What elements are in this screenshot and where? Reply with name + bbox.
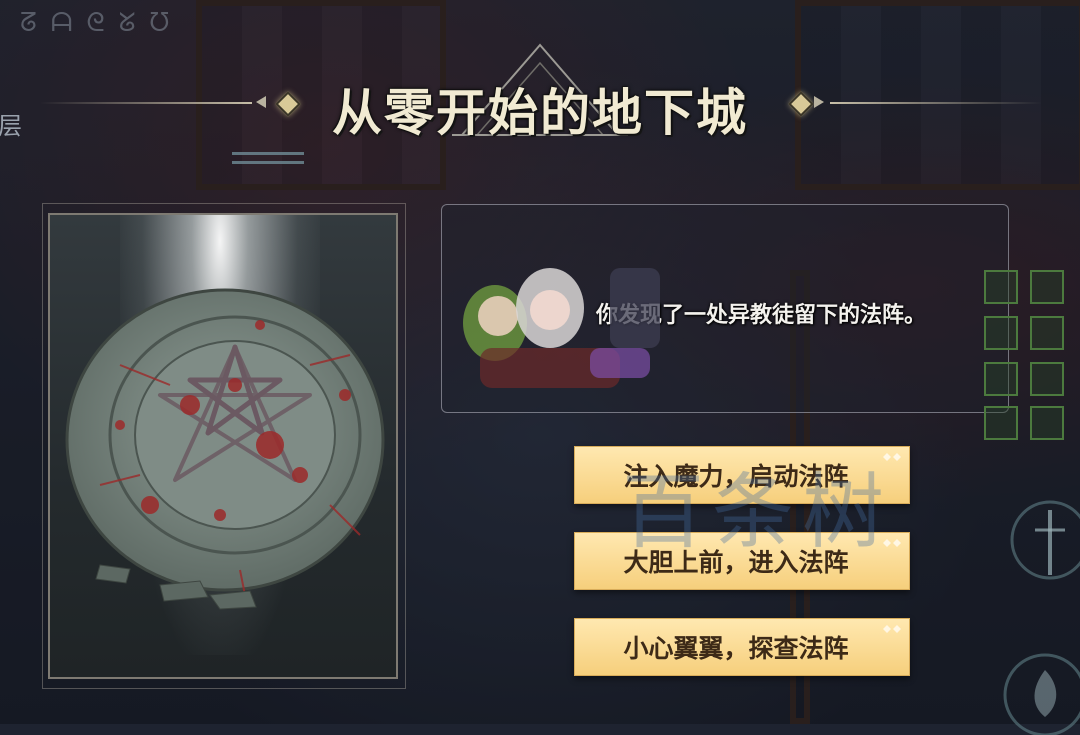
watermark: 百条树 (622, 465, 893, 560)
event-illustration-card (48, 213, 398, 679)
magic-circle-icon (65, 288, 385, 610)
skill-slot (984, 316, 1018, 350)
skill-slot (1030, 406, 1064, 440)
skill-slot (984, 270, 1018, 304)
title-arrow-right-icon (814, 96, 824, 108)
title-diamond-left-icon (275, 91, 301, 117)
title-banner: 从零开始的地下城 (0, 43, 1080, 155)
choice-label: 小心翼翼，探查法阵 (623, 635, 849, 663)
skill-slot (1030, 270, 1064, 304)
skill-grid (984, 270, 1076, 440)
title-line-right (830, 102, 1042, 104)
rune-strip: ᘔᗩᘓᘜᘮ (20, 8, 184, 38)
party-characters-icon (463, 268, 660, 388)
button-corner-ornament-icon (883, 625, 901, 633)
title-line-left (40, 102, 252, 104)
skill-slot (984, 362, 1018, 396)
title-arrow-left-icon (256, 96, 266, 108)
skill-slot (1030, 362, 1064, 396)
title-diamond-right-icon (788, 91, 814, 117)
sword-emblem-icon (1010, 500, 1080, 580)
skill-slot (1030, 316, 1064, 350)
page-title: 从零开始的地下城 (332, 83, 748, 142)
menu-bars-icon (232, 152, 304, 170)
flame-emblem-icon (1003, 653, 1080, 735)
skill-slot (984, 406, 1018, 440)
choice-button-inspect-circle[interactable]: 小心翼翼，探查法阵 (574, 618, 910, 676)
